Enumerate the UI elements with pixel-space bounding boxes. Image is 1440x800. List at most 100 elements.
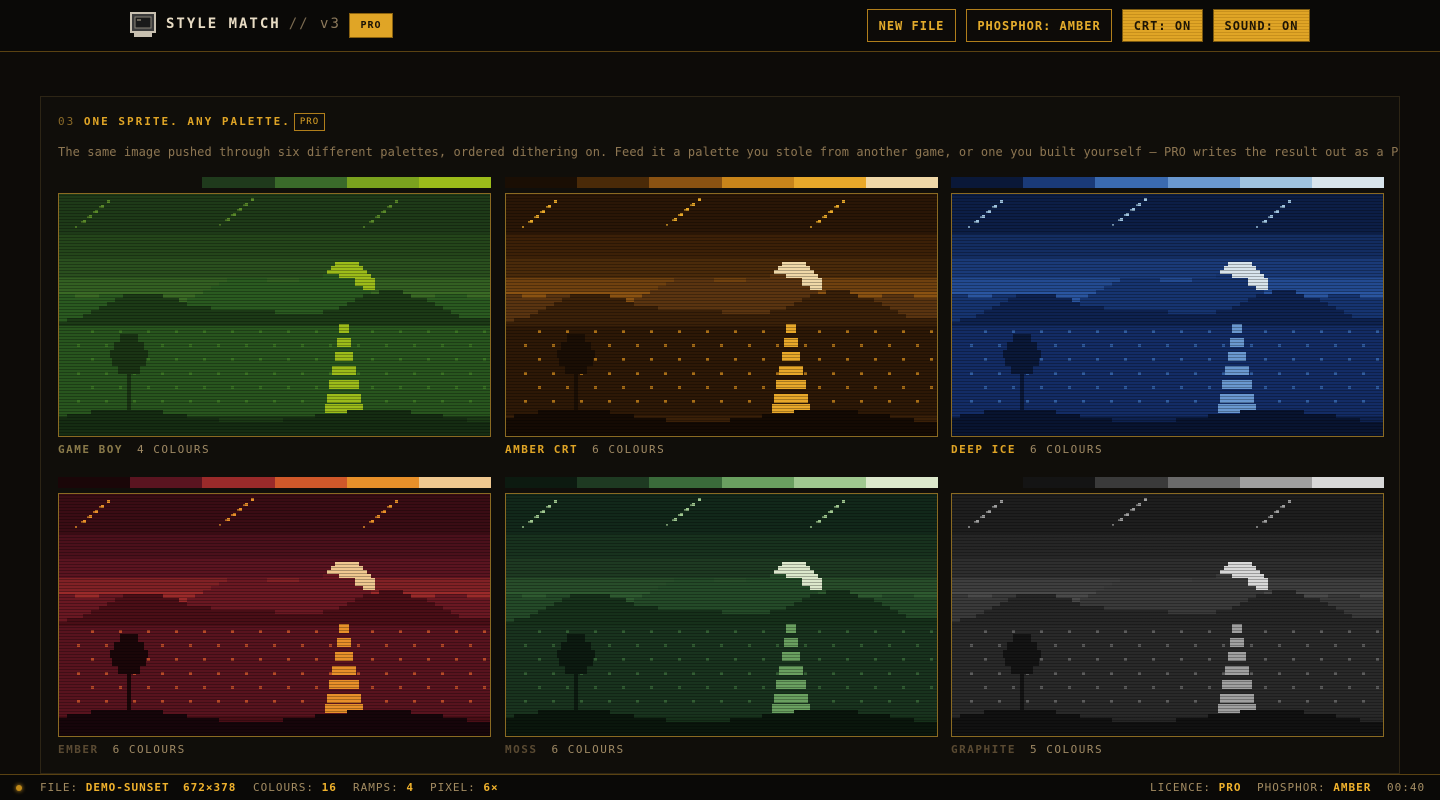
sunset-scene-image: [59, 194, 490, 436]
palette-name: MOSS: [505, 743, 538, 756]
palette-swatch: [1095, 177, 1168, 188]
palette-label: DEEP ICE 6 COLOURS: [951, 443, 1103, 459]
palette-swatch: [505, 177, 578, 188]
palette-label: AMBER CRT 6 COLOURS: [505, 443, 665, 459]
palette-preview: [505, 193, 938, 437]
palette-swatch: [721, 477, 794, 488]
status-ramps-label: RAMPS:: [353, 781, 399, 794]
palette-swatch: [1311, 477, 1385, 488]
palette-name: AMBER CRT: [505, 443, 579, 456]
palette-swatch: [1167, 177, 1240, 188]
section-pro-badge: PRO: [294, 113, 325, 131]
computer-monitor-icon: [130, 12, 156, 37]
palette-swatch: [418, 477, 492, 488]
palette-name: GAME BOY: [58, 443, 123, 456]
palette-preview: [58, 193, 491, 437]
palette-colour-count: 5 COLOURS: [1029, 743, 1104, 756]
palette-swatch: [577, 177, 650, 188]
palette-swatch: [577, 477, 650, 488]
palette-swatch: [1239, 177, 1312, 188]
palette-swatch-strip: [58, 177, 492, 188]
status-colours: COLOURS: 16: [253, 781, 337, 794]
palette-card[interactable]: AMBER CRT 6 COLOURS: [505, 177, 939, 467]
status-indicator-icon: [16, 785, 22, 791]
sunset-scene-image: [506, 494, 937, 736]
palette-swatch: [1239, 477, 1312, 488]
palette-swatch-strip: [951, 477, 1385, 488]
status-pixel: PIXEL: 6×: [430, 781, 499, 794]
palette-swatch: [1167, 477, 1240, 488]
phosphor-toggle-button[interactable]: PHOSPHOR: AMBER: [966, 9, 1112, 42]
sunset-scene-image: [59, 494, 490, 736]
palette-name: EMBER: [58, 743, 99, 756]
section-heading: ONE SPRITE. ANY PALETTE.: [83, 115, 291, 128]
palette-label: MOSS 6 COLOURS: [505, 743, 625, 759]
palette-colour-count: 6 COLOURS: [1029, 443, 1104, 456]
status-bar: FILE: DEMO-SUNSET 672×378 COLOURS: 16 RA…: [0, 774, 1440, 800]
palette-swatch: [1311, 177, 1385, 188]
sunset-scene-image: [506, 194, 937, 436]
palette-card[interactable]: MOSS 6 COLOURS: [505, 477, 939, 767]
sunset-scene-image: [952, 194, 1383, 436]
palette-label: EMBER 6 COLOURS: [58, 743, 186, 759]
palette-name: DEEP ICE: [951, 443, 1016, 456]
status-colours-label: COLOURS:: [253, 781, 314, 794]
brand-separator: //: [288, 16, 310, 32]
palette-swatch: [130, 477, 203, 488]
palette-swatch: [58, 477, 131, 488]
palette-swatch: [649, 477, 722, 488]
status-size-value: 672×378: [183, 781, 237, 794]
palette-swatch-empty: [58, 177, 130, 188]
status-file-label: FILE:: [40, 781, 79, 794]
section-number: 03: [58, 115, 76, 128]
status-phosphor: PHOSPHOR: AMBER: [1257, 781, 1371, 794]
palette-card[interactable]: DEEP ICE 6 COLOURS: [951, 177, 1385, 467]
palette-preview: [505, 493, 938, 737]
top-bar: STYLE MATCH // v3 PRO NEW FILE PHOSPHOR: …: [0, 0, 1440, 52]
status-ramps-value: 4: [406, 781, 414, 794]
sound-toggle-button[interactable]: SOUND: ON: [1213, 9, 1310, 42]
palette-swatch: [1095, 477, 1168, 488]
palette-swatch: [793, 177, 866, 188]
palette-card[interactable]: GRAPHITE 5 COLOURS: [951, 477, 1385, 767]
palette-section: 03 ONE SPRITE. ANY PALETTE. PRO The same…: [40, 96, 1400, 774]
status-size: 672×378: [183, 781, 236, 794]
palette-swatch: [505, 477, 578, 488]
status-file-name: DEMO-SUNSET: [85, 781, 170, 794]
palette-label: GAME BOY 4 COLOURS: [58, 443, 210, 459]
palette-swatch: [865, 177, 939, 188]
palette-swatch: [202, 477, 275, 488]
palette-swatch: [649, 177, 722, 188]
palette-card[interactable]: EMBER 6 COLOURS: [58, 477, 492, 767]
status-licence-label: LICENCE:: [1150, 781, 1211, 794]
palette-swatch: [721, 177, 794, 188]
palette-preview: [58, 493, 491, 737]
brand-version: v3: [320, 16, 341, 32]
brand-name: STYLE MATCH: [166, 16, 281, 32]
palette-swatch: [274, 477, 347, 488]
sunset-scene-image: [952, 494, 1383, 736]
palette-swatch-empty: [951, 477, 1023, 488]
palette-colour-count: 6 COLOURS: [592, 443, 666, 456]
palette-swatch-strip: [505, 177, 939, 188]
status-clock: 00:40: [1387, 781, 1426, 794]
new-file-button[interactable]: NEW FILE: [867, 9, 956, 42]
crt-toggle-button[interactable]: CRT: ON: [1122, 9, 1203, 42]
palette-colour-count: 6 COLOURS: [551, 743, 625, 756]
palette-preview: [951, 193, 1384, 437]
palette-swatch-strip: [951, 177, 1385, 188]
status-phosphor-value: AMBER: [1333, 781, 1372, 794]
palette-swatch: [202, 177, 275, 188]
palette-colour-count: 6 COLOURS: [112, 743, 186, 756]
palette-card[interactable]: GAME BOY 4 COLOURS: [58, 177, 492, 467]
status-licence: LICENCE: PRO: [1150, 781, 1241, 794]
palette-swatch-strip: [505, 477, 939, 488]
status-phosphor-label: PHOSPHOR:: [1257, 781, 1326, 794]
palette-swatch: [346, 177, 419, 188]
section-description: The same image pushed through six differ…: [58, 145, 1400, 159]
palette-swatch: [793, 477, 866, 488]
palette-swatch-empty: [130, 177, 202, 188]
status-file: FILE: DEMO-SUNSET: [40, 781, 170, 794]
pro-badge: PRO: [349, 13, 393, 38]
palette-swatch: [274, 177, 347, 188]
